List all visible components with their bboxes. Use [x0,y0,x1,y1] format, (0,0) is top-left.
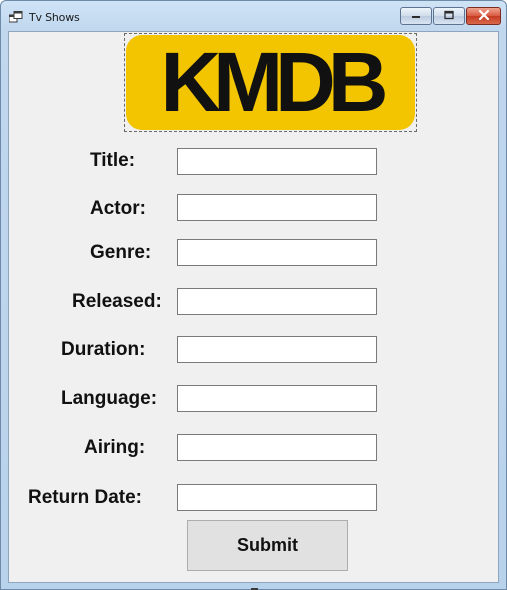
submit-button[interactable]: Submit [187,520,348,571]
language-label: Language: [61,388,158,409]
close-button[interactable] [466,7,501,25]
return-date-input[interactable] [177,484,377,511]
maximize-icon [443,7,455,25]
language-input[interactable] [177,385,377,412]
duration-input[interactable] [177,336,377,363]
title-bar[interactable]: Tv Shows [1,1,506,31]
genre-input[interactable] [177,239,377,266]
logo-text: KMDB [160,35,389,129]
minimize-icon [410,7,422,25]
app-window: Tv Shows KMDB Title: Actor: Genre: Relea… [0,0,507,590]
form-client-area: KMDB Title: Actor: Genre: Released: Dura… [8,31,499,583]
maximize-button[interactable] [433,7,465,25]
window-title: Tv Shows [29,11,80,24]
logo-picturebox: KMDB [124,33,417,132]
released-input[interactable] [177,288,377,315]
actor-input[interactable] [177,194,377,221]
title-input[interactable] [177,148,377,175]
return-date-label: Return Date: [28,487,143,508]
minimize-button[interactable] [400,7,432,25]
app-window-icon [8,10,23,23]
genre-label: Genre: [90,242,152,263]
kmdb-logo: KMDB [126,35,415,130]
actor-label: Actor: [90,198,146,219]
close-icon [478,7,490,25]
title-label: Title: [90,150,136,171]
duration-label: Duration: [61,339,146,360]
airing-input[interactable] [177,434,377,461]
airing-label: Airing: [84,437,146,458]
released-label: Released: [72,291,162,312]
